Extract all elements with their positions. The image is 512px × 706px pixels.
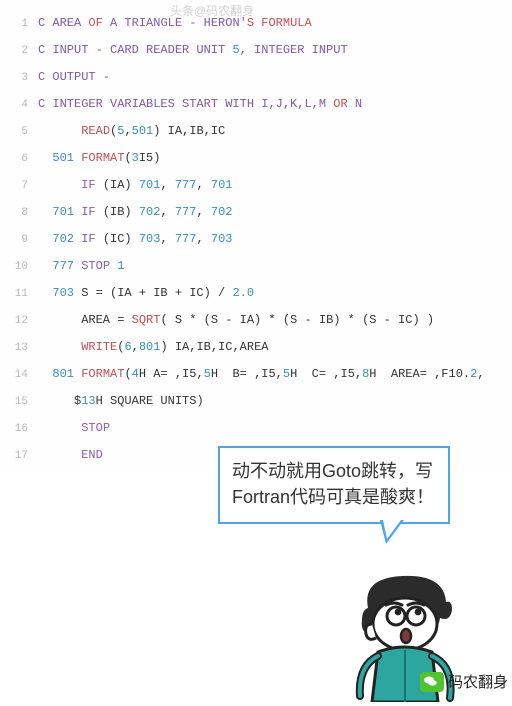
speech-text: 动不动就用Goto跳转，写Fortran代码可真是酸爽！ <box>232 461 434 507</box>
code-content: 703 S = (IA + IB + IC) / 2.0 <box>38 280 504 306</box>
code-line: 5 READ(5,501) IA,IB,IC <box>0 118 504 145</box>
wechat-icon <box>420 672 444 692</box>
code-content: C INTEGER VARIABLES START WITH I,J,K,L,M… <box>38 91 504 117</box>
code-content: C AREA OF A TRIANGLE - HERON'S FORMULA <box>38 10 504 36</box>
code-line: 8 701 IF (IB) 702, 777, 702 <box>0 199 504 226</box>
code-content: 777 STOP 1 <box>38 253 504 279</box>
speech-bubble: 动不动就用Goto跳转，写Fortran代码可真是酸爽！ <box>218 446 450 524</box>
line-number: 2 <box>0 38 38 64</box>
code-content: 702 IF (IC) 703, 777, 703 <box>38 226 504 252</box>
code-line: 14 801 FORMAT(4H A= ,I5,5H B= ,I5,5H C= … <box>0 361 504 388</box>
code-line: 4C INTEGER VARIABLES START WITH I,J,K,L,… <box>0 91 504 118</box>
code-line: 16 STOP <box>0 415 504 442</box>
line-number: 6 <box>0 146 38 172</box>
code-content: IF (IA) 701, 777, 701 <box>38 172 504 198</box>
code-line: 9 702 IF (IC) 703, 777, 703 <box>0 226 504 253</box>
watermark-bottom-text: 码农翻身 <box>448 671 508 692</box>
code-line: 7 IF (IA) 701, 777, 701 <box>0 172 504 199</box>
code-line: 15 $13H SQUARE UNITS) <box>0 388 504 415</box>
code-line: 6 501 FORMAT(3I5) <box>0 145 504 172</box>
code-line: 13 WRITE(6,801) IA,IB,IC,AREA <box>0 334 504 361</box>
code-content: C INPUT - CARD READER UNIT 5, INTEGER IN… <box>38 37 504 63</box>
code-line: 12 AREA = SQRT( S * (S - IA) * (S - IB) … <box>0 307 504 334</box>
code-line: 2C INPUT - CARD READER UNIT 5, INTEGER I… <box>0 37 504 64</box>
line-number: 7 <box>0 173 38 199</box>
code-content: STOP <box>38 415 504 441</box>
line-number: 11 <box>0 281 38 307</box>
line-number: 15 <box>0 389 38 415</box>
code-content: C OUTPUT - <box>38 64 504 90</box>
watermark-bottom: 码农翻身 <box>420 671 508 692</box>
code-content: WRITE(6,801) IA,IB,IC,AREA <box>38 334 504 360</box>
watermark-top: 头条@码农翻身 <box>170 2 254 19</box>
line-number: 17 <box>0 443 38 469</box>
line-number: 10 <box>0 254 38 280</box>
line-number: 12 <box>0 308 38 334</box>
line-number: 1 <box>0 11 38 37</box>
code-block: 1C AREA OF A TRIANGLE - HERON'S FORMULA2… <box>0 0 512 469</box>
code-content: READ(5,501) IA,IB,IC <box>38 118 504 144</box>
code-content: 501 FORMAT(3I5) <box>38 145 504 171</box>
line-number: 14 <box>0 362 38 388</box>
code-line: 10 777 STOP 1 <box>0 253 504 280</box>
line-number: 3 <box>0 65 38 91</box>
line-number: 4 <box>0 92 38 118</box>
line-number: 5 <box>0 119 38 145</box>
line-number: 9 <box>0 227 38 253</box>
code-line: 3C OUTPUT - <box>0 64 504 91</box>
code-content: AREA = SQRT( S * (S - IA) * (S - IB) * (… <box>38 307 504 333</box>
code-content: 701 IF (IB) 702, 777, 702 <box>38 199 504 225</box>
line-number: 13 <box>0 335 38 361</box>
line-number: 8 <box>0 200 38 226</box>
code-line: 11 703 S = (IA + IB + IC) / 2.0 <box>0 280 504 307</box>
code-content: $13H SQUARE UNITS) <box>38 388 504 414</box>
code-content: 801 FORMAT(4H A= ,I5,5H B= ,I5,5H C= ,I5… <box>38 361 504 387</box>
line-number: 16 <box>0 416 38 442</box>
